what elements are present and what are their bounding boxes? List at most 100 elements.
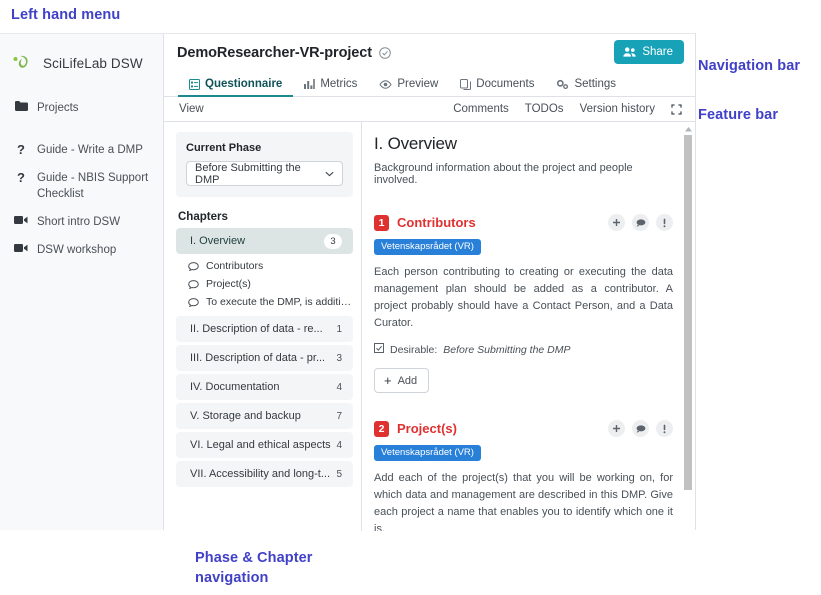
sidebar-item-label: Guide - Write a DMP bbox=[37, 144, 143, 157]
current-phase-box: Current Phase Before Submitting the DMP bbox=[176, 132, 353, 197]
tab-label: Metrics bbox=[320, 78, 358, 90]
screenshot-root: Left hand menu Navigation bar Feature ba… bbox=[0, 0, 821, 595]
question-block-projects: 2 Project(s) Vetenskapsrådet (VR) Add ea… bbox=[374, 420, 673, 531]
sidebar-item-label: Guide - NBIS Support Checklist bbox=[37, 172, 149, 201]
sidebar-nav-list: Projects ? Guide - Write a DMP ? Guide -… bbox=[0, 94, 163, 265]
tab-bar: Questionnaire Metrics Preview Documents bbox=[164, 72, 695, 97]
plus-icon[interactable] bbox=[608, 214, 625, 231]
question-number-badge: 2 bbox=[374, 420, 389, 437]
users-icon bbox=[623, 47, 637, 57]
question-header: 1 Contributors bbox=[374, 214, 673, 231]
chapter-label: II. Description of data - re... bbox=[190, 323, 323, 335]
annotation-navigation-bar: Navigation bar bbox=[698, 58, 801, 74]
todos-button[interactable]: TODOs bbox=[525, 103, 564, 115]
expand-icon[interactable] bbox=[671, 103, 682, 115]
list-alt-icon bbox=[189, 78, 200, 90]
comments-button[interactable]: Comments bbox=[453, 103, 509, 115]
question-title: Contributors bbox=[397, 215, 476, 230]
add-button-label: Add bbox=[397, 374, 418, 387]
scrollbar-thumb[interactable] bbox=[684, 135, 692, 490]
chapter-label: V. Storage and backup bbox=[190, 410, 301, 422]
sidebar-item-label: Projects bbox=[37, 102, 79, 114]
sidebar-item-guide-nbis-support-checklist[interactable]: ? Guide - NBIS Support Checklist bbox=[0, 164, 163, 208]
chapter-item-description-of-data-re[interactable]: II. Description of data - re... 1 bbox=[176, 316, 353, 342]
question-mark-icon: ? bbox=[17, 142, 25, 158]
current-phase-value: Before Submitting the DMP bbox=[195, 161, 301, 186]
question-text: Add each of the project(s) that you will… bbox=[374, 472, 673, 531]
chapter-question-contributors[interactable]: Contributors bbox=[176, 257, 353, 275]
sidebar-item-dsw-workshop[interactable]: DSW workshop bbox=[0, 236, 163, 264]
video-camera-icon bbox=[14, 243, 28, 253]
annotation-phase-chapter-navigation: Phase & Chapter navigation bbox=[195, 550, 313, 586]
tab-label: Questionnaire bbox=[205, 78, 283, 90]
comment-icon bbox=[188, 261, 199, 271]
questionnaire-content: I. Overview Background information about… bbox=[362, 122, 695, 531]
phase-and-chapter-navigation: Current Phase Before Submitting the DMP … bbox=[164, 122, 362, 531]
chapter-count: 4 bbox=[336, 381, 342, 393]
view-label[interactable]: View bbox=[179, 103, 204, 115]
chapters-heading: Chapters bbox=[178, 211, 228, 223]
chapter-question-projects[interactable]: Project(s) bbox=[176, 275, 353, 293]
scroll-up-arrow-icon[interactable] bbox=[684, 125, 692, 133]
exclamation-icon[interactable] bbox=[656, 420, 673, 438]
check-circle-icon bbox=[379, 47, 391, 59]
chapter-item-description-of-data-pr[interactable]: III. Description of data - pr... 3 bbox=[176, 345, 353, 371]
chapter-item-overview[interactable]: I. Overview 3 bbox=[176, 228, 353, 254]
current-phase-select[interactable]: Before Submitting the DMP bbox=[186, 161, 343, 186]
share-button[interactable]: Share bbox=[614, 40, 684, 64]
video-camera-icon bbox=[14, 215, 28, 225]
chapter-item-legal-and-ethical-aspects[interactable]: VI. Legal and ethical aspects 4 bbox=[176, 432, 353, 458]
chapter-label: I. Overview bbox=[190, 235, 246, 247]
feature-bar: View Comments TODOs Version history bbox=[164, 97, 695, 122]
application-panel: DemoResearcher-VR-project Share Question… bbox=[164, 33, 696, 531]
add-button[interactable]: + Add bbox=[374, 368, 430, 394]
tab-preview[interactable]: Preview bbox=[368, 78, 449, 97]
version-history-button[interactable]: Version history bbox=[580, 103, 655, 115]
question-actions bbox=[608, 214, 673, 231]
questionnaire-body: Current Phase Before Submitting the DMP … bbox=[164, 122, 695, 531]
chapter-count: 1 bbox=[336, 323, 342, 335]
annotation-feature-bar: Feature bar bbox=[698, 107, 779, 123]
question-label: Project(s) bbox=[206, 278, 251, 290]
brand-logo-area[interactable]: SciLifeLab DSW bbox=[0, 34, 163, 78]
comment-icon[interactable] bbox=[632, 420, 649, 438]
sidebar-item-guide-write-a-dmp[interactable]: ? Guide - Write a DMP bbox=[0, 136, 163, 164]
chapter-label: VII. Accessibility and long-t... bbox=[190, 468, 331, 480]
chapter-item-documentation[interactable]: IV. Documentation 4 bbox=[176, 374, 353, 400]
exclamation-icon[interactable] bbox=[656, 214, 673, 231]
chapter-count: 5 bbox=[336, 468, 342, 480]
sidebar-item-label: Short intro DSW bbox=[37, 216, 121, 229]
cogs-icon bbox=[556, 79, 569, 90]
chapter-count: 4 bbox=[336, 439, 342, 451]
chart-bar-icon bbox=[304, 79, 316, 89]
chapter-question-execute-dmp[interactable]: To execute the DMP, is addition... bbox=[176, 293, 353, 311]
chapter-item-storage-and-backup[interactable]: V. Storage and backup 7 bbox=[176, 403, 353, 429]
tab-metrics[interactable]: Metrics bbox=[293, 78, 368, 97]
question-tag: Vetenskapsrådet (VR) bbox=[374, 239, 481, 255]
copy-icon bbox=[460, 78, 472, 90]
share-button-label: Share bbox=[642, 46, 673, 58]
tab-settings[interactable]: Settings bbox=[545, 78, 627, 97]
chapter-label: VI. Legal and ethical aspects bbox=[190, 439, 331, 451]
comment-icon bbox=[188, 279, 199, 289]
question-number-badge: 1 bbox=[374, 214, 389, 231]
feature-bar-actions: Comments TODOs Version history bbox=[453, 103, 682, 115]
comment-icon[interactable] bbox=[632, 214, 649, 231]
plus-icon: + bbox=[384, 373, 392, 389]
page-title: DemoResearcher-VR-project bbox=[177, 45, 372, 61]
chapter-count: 3 bbox=[324, 233, 342, 249]
plus-icon[interactable] bbox=[608, 420, 625, 438]
content-scrollbar[interactable] bbox=[684, 125, 692, 528]
chapter-label: IV. Documentation bbox=[190, 381, 280, 393]
eye-icon bbox=[379, 79, 392, 89]
question-mark-icon: ? bbox=[17, 170, 25, 186]
tab-questionnaire[interactable]: Questionnaire bbox=[178, 78, 294, 97]
question-block-contributors: 1 Contributors Vetenskapsrådet (VR) Each… bbox=[374, 214, 673, 394]
chevron-down-icon bbox=[325, 171, 334, 177]
sidebar-item-projects[interactable]: Projects bbox=[0, 94, 163, 122]
tab-documents[interactable]: Documents bbox=[449, 78, 545, 97]
chapter-label: III. Description of data - pr... bbox=[190, 352, 326, 364]
annotation-left-hand-menu: Left hand menu bbox=[11, 7, 121, 23]
sidebar-item-short-intro-dsw[interactable]: Short intro DSW bbox=[0, 208, 163, 236]
chapter-item-accessibility-and-long-term[interactable]: VII. Accessibility and long-t... 5 bbox=[176, 461, 353, 487]
